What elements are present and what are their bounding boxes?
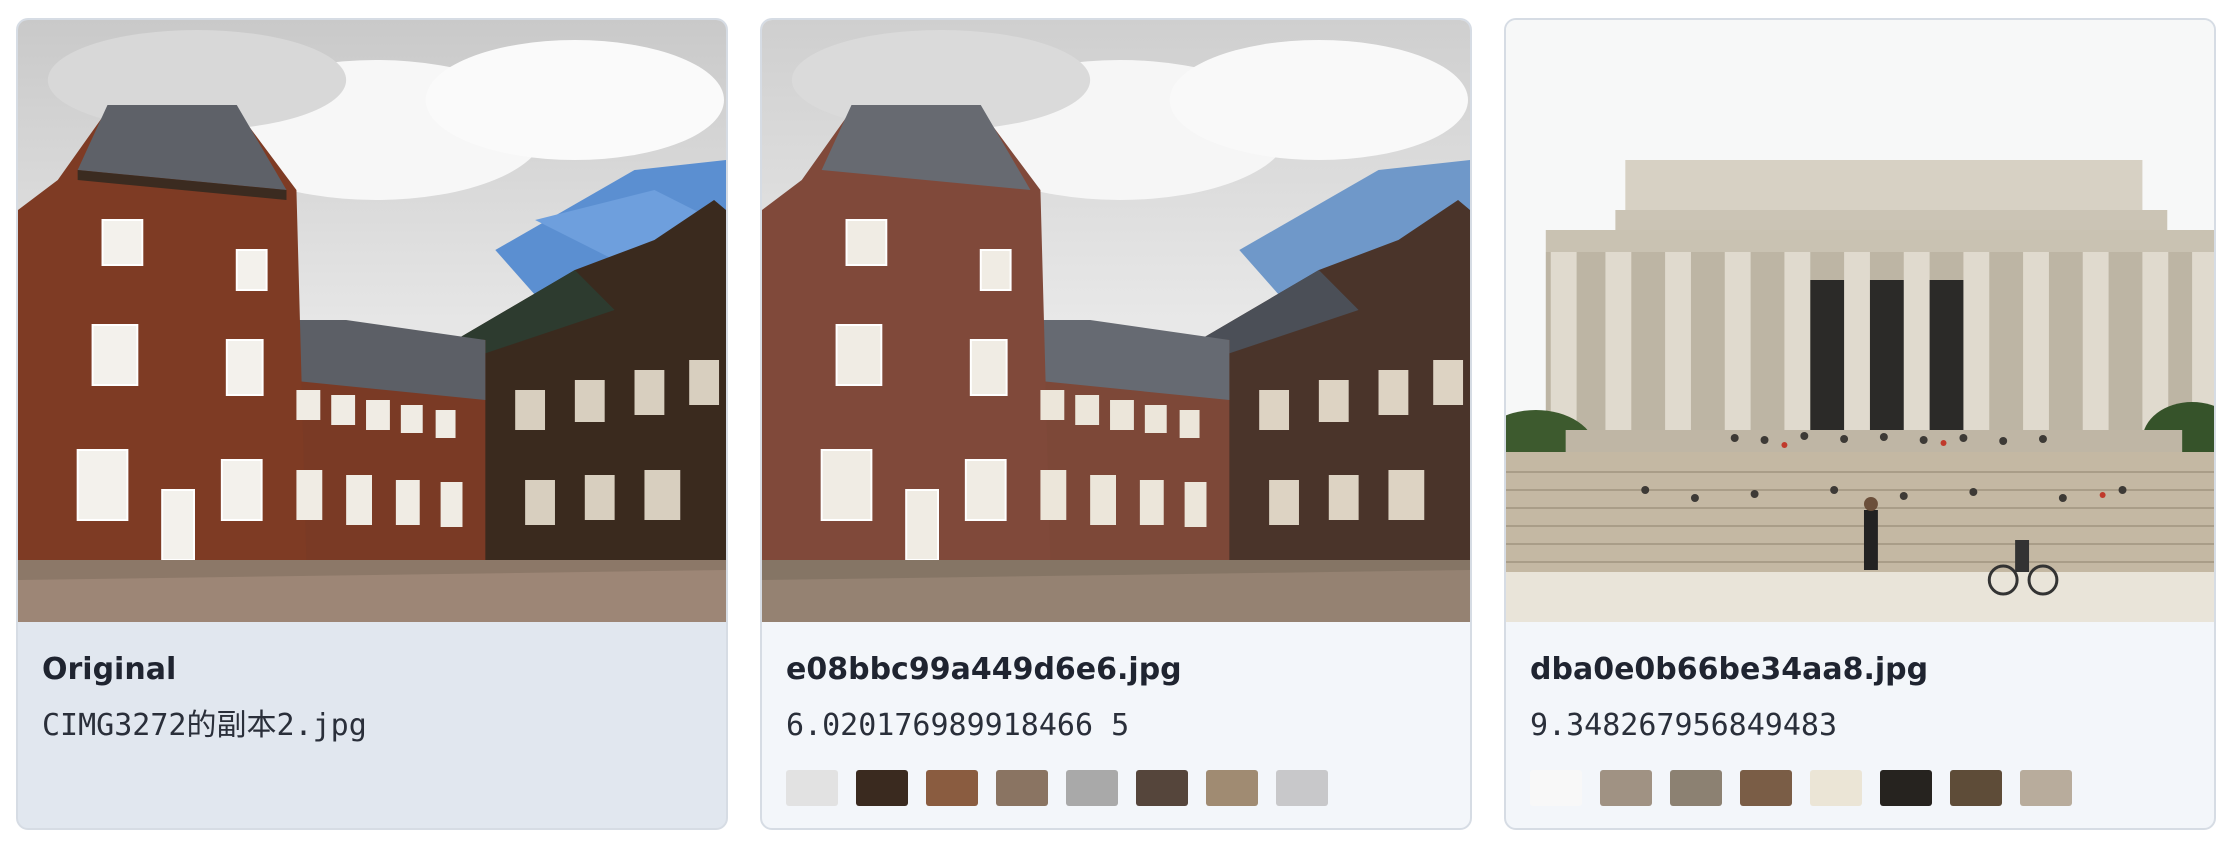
color-swatch <box>1670 770 1722 806</box>
color-swatch <box>1206 770 1258 806</box>
color-swatch <box>1880 770 1932 806</box>
color-swatch <box>1950 770 2002 806</box>
color-swatch <box>856 770 908 806</box>
color-palette <box>1530 770 2190 806</box>
color-swatch <box>1810 770 1862 806</box>
color-swatch <box>786 770 838 806</box>
color-swatch <box>926 770 978 806</box>
card-title: Original <box>42 652 177 687</box>
color-swatch <box>1600 770 1652 806</box>
memorial-photo <box>1506 20 2214 622</box>
card-score: 6.020176989918466 5 <box>786 708 1130 743</box>
color-swatch <box>2020 770 2072 806</box>
card-original[interactable]: Original CIMG3272的副本2.jpg <box>16 18 728 830</box>
color-swatch <box>1740 770 1792 806</box>
color-swatch <box>1136 770 1188 806</box>
card-score: 9.348267956849483 <box>1530 708 1838 743</box>
color-swatch <box>1066 770 1118 806</box>
card-meta: Original CIMG3272的副本2.jpg <box>18 622 726 828</box>
color-swatch <box>996 770 1048 806</box>
color-swatch <box>1530 770 1582 806</box>
color-palette <box>786 770 1446 806</box>
card-meta: dba0e0b66be34aa8.jpg 9.348267956849483 <box>1506 622 2214 828</box>
card-title: e08bbc99a449d6e6.jpg <box>786 652 1182 687</box>
card-filename: CIMG3272的副本2.jpg <box>42 708 367 743</box>
color-swatch <box>1276 770 1328 806</box>
card-title: dba0e0b66be34aa8.jpg <box>1530 652 1929 687</box>
castle-photo <box>18 20 726 622</box>
card-result-2[interactable]: dba0e0b66be34aa8.jpg 9.348267956849483 <box>1504 18 2216 830</box>
card-result-1[interactable]: e08bbc99a449d6e6.jpg 6.020176989918466 5 <box>760 18 1472 830</box>
castle-photo <box>762 20 1470 622</box>
card-meta: e08bbc99a449d6e6.jpg 6.020176989918466 5 <box>762 622 1470 828</box>
